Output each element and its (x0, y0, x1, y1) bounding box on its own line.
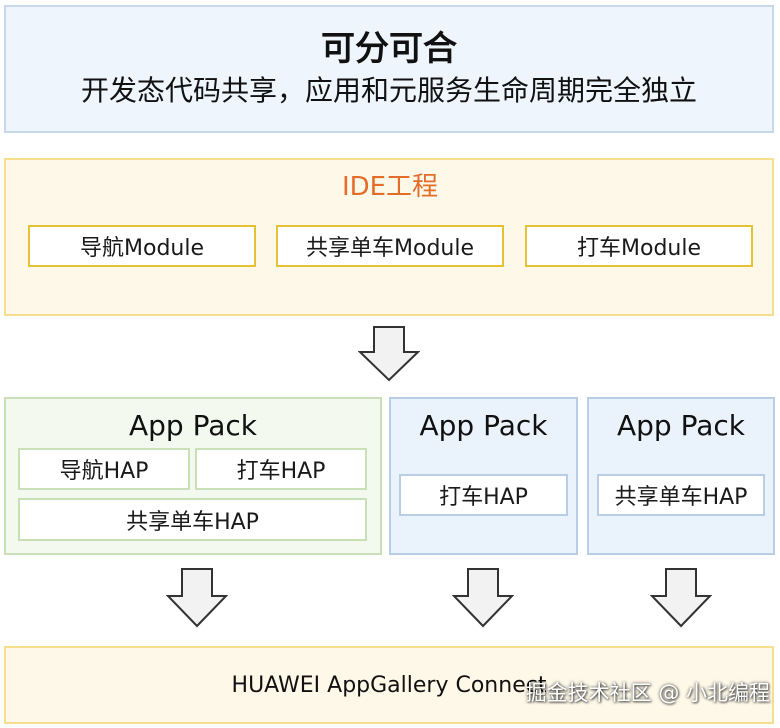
hap-bike-sharing: 共享单车HAP (597, 474, 765, 516)
module-bike-sharing: 共享单车Module (276, 225, 504, 267)
down-arrow-icon (650, 568, 712, 628)
banner-subtitle: 开发态代码共享，应用和元服务生命周期完全独立 (80, 74, 697, 107)
hap-taxi: 打车HAP (195, 448, 367, 490)
down-arrow-icon (358, 326, 420, 382)
app-pack-title: App Pack (617, 409, 745, 442)
app-pack-title: App Pack (419, 409, 548, 442)
module-navigation: 导航Module (28, 225, 256, 267)
app-pack-title: App Pack (129, 409, 257, 442)
ide-project-title: IDE工程 (341, 172, 439, 202)
down-arrow-icon (166, 568, 228, 628)
watermark: 掘金技术社区 @ 小北编程 (525, 681, 770, 705)
down-arrow-icon (452, 568, 514, 628)
summary-banner: 可分可合 开发态代码共享，应用和元服务生命周期完全独立 (4, 5, 774, 133)
banner-title: 可分可合 (321, 29, 457, 69)
hap-navigation: 导航HAP (18, 448, 190, 490)
hap-taxi: 打车HAP (399, 474, 568, 516)
module-taxi: 打车Module (525, 225, 753, 267)
hap-bike-sharing: 共享单车HAP (18, 498, 367, 541)
